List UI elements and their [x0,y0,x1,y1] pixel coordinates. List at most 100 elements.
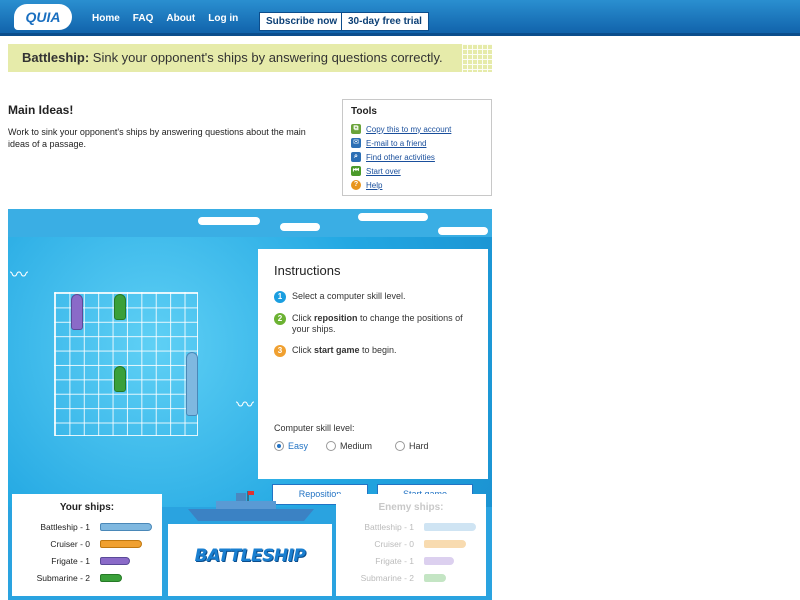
activity-description: Work to sink your opponent's ships by an… [8,127,306,149]
battleship-icon [100,523,152,531]
main-nav: Home FAQ About Log in [92,0,238,36]
nav-faq-link[interactable]: FAQ [133,13,154,24]
ship-count-label: Frigate - 1 [51,556,90,566]
find-activities-link[interactable]: ⌕ Find other activities [351,152,435,162]
tool-label: Start over [366,166,401,176]
nav-home-link[interactable]: Home [92,13,120,24]
copy-to-account-link[interactable]: ⧉ Copy this to my account [351,124,451,134]
banner-bold: Battleship: [22,50,90,65]
banner-title: Battleship: Sink your opponent's ships b… [22,44,443,72]
quia-logo[interactable]: QUIA [14,4,72,30]
cloud [438,227,488,235]
cruiser-icon [424,540,466,548]
rewind-icon: ⏮ [351,166,361,176]
step-text-part: Click [292,313,314,323]
step-text-bold: start game [314,345,360,355]
top-nav-bar: QUIA Home FAQ About Log in Subscribe now… [0,0,800,36]
cloud [358,213,428,221]
step-text-part: Click [292,345,314,355]
banner-subtitle: Sink your opponent's ships by answering … [89,50,443,65]
seagull-icon: 〰 [10,265,28,285]
email-friend-link[interactable]: ✉ E-mail to a friend [351,138,426,148]
ship-count-row: Frigate - 1 [12,554,162,568]
step-text: Click reposition to change the positions… [292,313,474,335]
activity-title: Main Ideas! [8,103,74,117]
activity-banner: Battleship: Sink your opponent's ships b… [8,44,492,72]
skill-level-label: Computer skill level: [274,423,355,433]
cloud [198,217,260,225]
tools-box: Tools ⧉ Copy this to my account ✉ E-mail… [342,99,492,196]
tool-label: E-mail to a friend [366,138,427,148]
enemy-ships-panel: Enemy ships: Battleship - 1 Cruiser - 0 … [336,494,486,596]
ship-count-label: Cruiser - 0 [50,539,90,549]
your-ships-title: Your ships: [59,502,115,513]
battleship-ship[interactable] [186,352,198,416]
free-trial-button[interactable]: 30-day free trial [341,12,429,31]
ship-count-row: Cruiser - 0 [12,537,162,551]
ship-count-row: Submarine - 2 [336,571,486,585]
banner-grid-graphic [462,44,492,72]
radio-indicator [326,441,336,451]
submarine-icon [100,574,122,582]
frigate-icon [424,557,454,565]
tools-title: Tools [351,106,377,117]
email-icon: ✉ [351,138,361,148]
skill-medium-radio[interactable]: Medium [326,441,372,451]
player-grid[interactable] [54,292,198,436]
step-number: 1 [274,291,286,303]
tool-label: Help [366,180,383,190]
frigate-ship[interactable] [71,294,83,330]
cloud [280,223,320,231]
battleship-illustration [188,491,314,521]
skill-hard-radio[interactable]: Hard [395,441,429,451]
radio-label: Medium [340,441,373,451]
submarine-ship[interactable] [114,366,126,392]
frigate-icon [100,557,130,565]
step-text: Select a computer skill level. [292,291,406,301]
radio-label: Hard [409,441,429,451]
step-number: 2 [274,313,286,325]
game-logo-panel: BATTLESHIP [168,524,332,596]
start-over-link[interactable]: ⏮ Start over [351,166,401,176]
search-icon: ⌕ [351,152,361,162]
enemy-ships-title: Enemy ships: [378,502,444,513]
ship-count-label: Submarine - 2 [36,573,90,583]
copy-icon: ⧉ [351,124,361,134]
battleship-icon [424,523,476,531]
ship-count-label: Frigate - 1 [375,556,414,566]
instructions-title: Instructions [274,263,341,278]
your-ships-panel: Your ships: Battleship - 1 Cruiser - 0 F… [12,494,162,596]
step-text-part: to begin. [359,345,397,355]
ship-count-row: Battleship - 1 [336,520,486,534]
ship-count-row: Cruiser - 0 [336,537,486,551]
seagull-icon: 〰 [236,395,254,415]
tool-label: Copy this to my account [366,124,452,134]
ship-count-label: Battleship - 1 [364,522,414,532]
instruction-step-2: 2 Click reposition to change the positio… [274,313,474,335]
subscribe-button[interactable]: Subscribe now [259,12,345,31]
ship-count-row: Submarine - 2 [12,571,162,585]
submarine-icon [424,574,446,582]
ship-count-label: Battleship - 1 [40,522,90,532]
help-link[interactable]: ? Help [351,180,382,190]
step-text: Click start game to begin. [292,345,397,357]
radio-indicator [395,441,405,451]
tool-label: Find other activities [366,152,435,162]
ship-count-label: Cruiser - 0 [374,539,414,549]
nav-about-link[interactable]: About [166,13,195,24]
skill-easy-radio[interactable]: Easy [274,441,308,451]
nav-login-link[interactable]: Log in [208,13,238,24]
instructions-panel: Instructions 1 Select a computer skill l… [258,249,488,505]
step-number: 3 [274,345,286,357]
ship-count-row: Frigate - 1 [336,554,486,568]
radio-indicator [274,441,284,451]
step-text-bold: reposition [314,313,358,323]
battleship-game: 〰 〰 Instructions 1 Select a computer ski… [8,209,492,600]
ship-count-row: Battleship - 1 [12,520,162,534]
cruiser-icon [100,540,142,548]
radio-label: Easy [288,441,309,451]
ship-count-label: Submarine - 2 [360,573,414,583]
help-icon: ? [351,180,361,190]
submarine-ship[interactable] [114,294,126,320]
instruction-step-1: 1 Select a computer skill level. [274,291,406,303]
